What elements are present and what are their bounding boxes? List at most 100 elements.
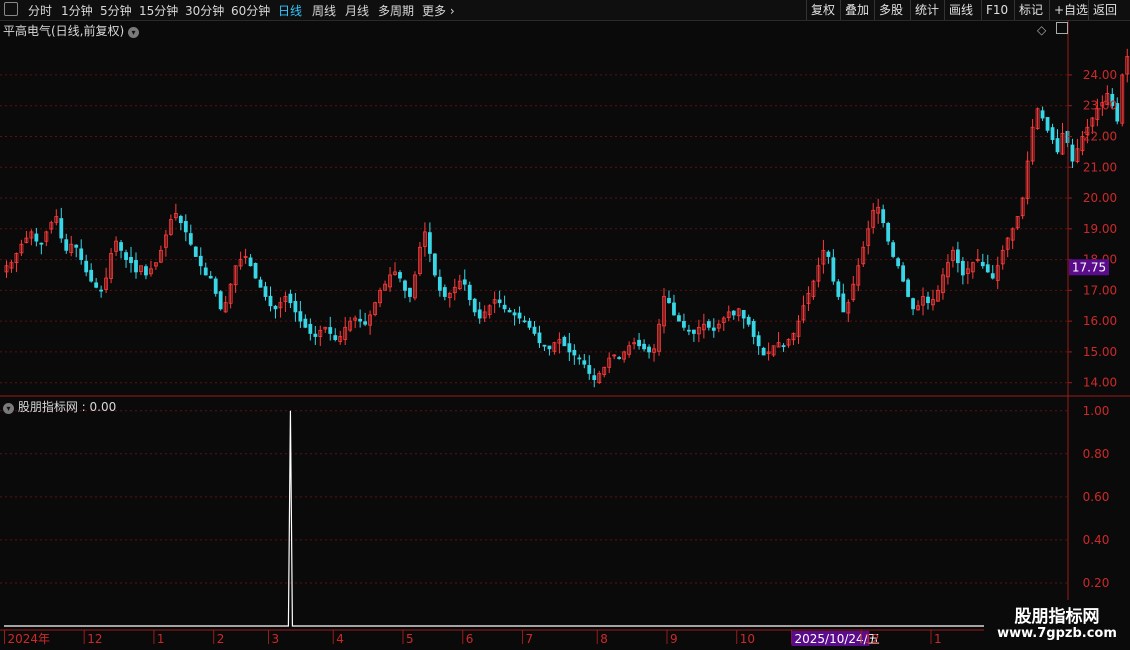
candle-body (134, 260, 138, 273)
candle-body (333, 335, 338, 341)
x-tick-label: 12 (87, 632, 102, 646)
candle-body (358, 318, 363, 322)
candle-body (836, 281, 841, 297)
price-tick-label: 20.00 (1083, 191, 1117, 205)
candle-body (841, 293, 846, 313)
price-panel-title: 平高电气(日线,前复权) ▾ (3, 22, 140, 39)
candle-body (542, 344, 547, 347)
candle-body (891, 242, 896, 257)
candle-body (901, 265, 905, 282)
candle-body (427, 232, 432, 254)
candle-body (911, 298, 915, 310)
watermark: 股朋指标网 www.7gpzb.com (984, 600, 1130, 650)
x-tick-label: 6 (466, 632, 474, 646)
candle-body (183, 221, 188, 233)
candle-body (960, 260, 965, 276)
indicator-title: 股朋指标网 : 0.00 (17, 400, 117, 414)
candle-body (731, 310, 736, 316)
candle-body (273, 305, 278, 310)
x-tick-label: 10 (740, 632, 755, 646)
price-tick-label: 17.00 (1083, 283, 1117, 297)
candle-body (89, 269, 94, 282)
candle-body (522, 320, 527, 323)
indicator-tick-label: 0.80 (1083, 447, 1110, 461)
chevron-down-icon[interactable]: ▾ (3, 403, 14, 414)
candle-body (94, 282, 99, 288)
candle-body (218, 291, 223, 310)
candle-body (1045, 117, 1050, 131)
candle-body (741, 310, 746, 319)
indicator-tick-label: 0.20 (1083, 576, 1110, 590)
candle-body (34, 233, 39, 242)
candle-body (203, 267, 208, 276)
candle-body (587, 365, 592, 374)
indicator-line (4, 410, 1068, 627)
x-tick-label: 2024年 (7, 632, 50, 646)
candle-body (398, 272, 402, 279)
candle-body (886, 223, 891, 242)
candle-body (74, 244, 79, 248)
candle-body (517, 312, 522, 319)
current-price-label: 17.75 (1072, 260, 1106, 274)
candle-body (756, 335, 761, 347)
candle-body (293, 301, 298, 313)
candle-body (647, 346, 651, 353)
chevron-down-icon[interactable]: ▾ (128, 27, 140, 38)
candle-body (831, 257, 836, 282)
candle-body (188, 233, 193, 245)
candle-body (751, 321, 756, 337)
candle-body (582, 360, 587, 365)
candle-body (507, 309, 512, 313)
candle-body (288, 293, 293, 304)
candle-body (642, 343, 646, 350)
candle-body (577, 357, 582, 360)
candle-body (303, 318, 308, 328)
candle-body (313, 333, 318, 337)
candle-body (258, 279, 263, 288)
candle-body (572, 349, 577, 356)
candle-body (408, 287, 412, 297)
candle-body (39, 242, 44, 245)
diamond-icon[interactable]: ◇ (1037, 23, 1046, 37)
x-tick-label: 4 (336, 632, 344, 646)
candle-body (826, 251, 831, 257)
candle-body (129, 256, 133, 264)
candle-body (1040, 110, 1045, 119)
candle-body (512, 312, 517, 316)
candle-body (432, 253, 437, 276)
candle-body (99, 289, 104, 292)
candle-body (706, 321, 711, 328)
price-tick-label: 19.00 (1083, 222, 1117, 236)
price-tick-label: 16.00 (1083, 314, 1117, 328)
candle-body (442, 287, 447, 297)
candle-body (691, 329, 696, 334)
candle-body (178, 215, 183, 224)
candle-body (64, 239, 69, 251)
candle-body (502, 304, 507, 310)
layout-icon[interactable] (1056, 22, 1069, 34)
price-tick-label: 23.00 (1083, 99, 1117, 113)
candle-body (781, 345, 786, 348)
candle-body (687, 329, 691, 332)
x-tick-label: 9 (670, 632, 678, 646)
candle-body (990, 273, 995, 279)
candle-body (268, 295, 273, 307)
candle-body (682, 321, 686, 328)
x-tick-label: 8 (600, 632, 608, 646)
candle-body (328, 327, 333, 334)
candle-body (527, 320, 532, 328)
candle-body (896, 258, 901, 267)
candle-body (298, 311, 303, 322)
candle-body (592, 375, 597, 381)
candle-body (437, 276, 442, 291)
watermark-url: www.7gpzb.com (997, 626, 1117, 641)
indicator-panel-title: ▾ 股朋指标网 : 0.00 (3, 398, 116, 415)
candlestick-series (4, 48, 1130, 388)
stock-title: 平高电气(日线,前复权) (3, 24, 125, 38)
candle-body (403, 280, 407, 291)
candle-body (1065, 130, 1070, 144)
watermark-brand: 股朋指标网 (1014, 607, 1100, 627)
candle-body (881, 209, 886, 224)
indicator-tick-label: 0.40 (1083, 533, 1110, 547)
candle-body (248, 257, 253, 267)
